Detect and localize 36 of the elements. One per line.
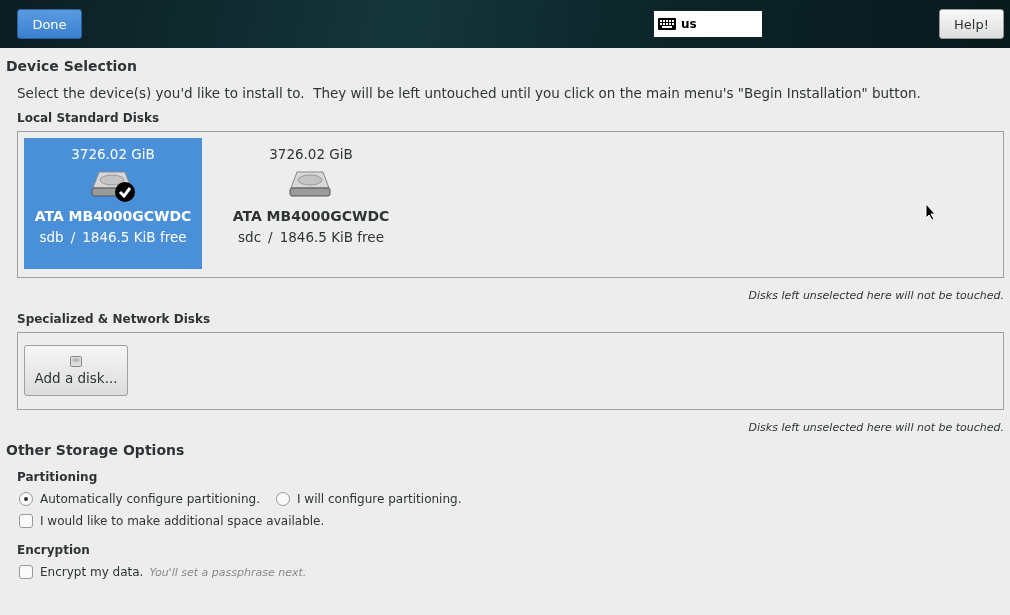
disk-size: 3726.02 GiB — [71, 146, 155, 162]
section-title: Other Storage Options — [6, 442, 186, 460]
separator-text: / — [70, 229, 76, 245]
checkbox[interactable] — [19, 565, 33, 579]
disk-size: 3726.02 GiB — [269, 146, 353, 162]
subsection-title: Encryption — [17, 543, 91, 557]
separator-text: / — [268, 229, 273, 245]
keyboard-icon — [658, 18, 676, 30]
hard-drive-icon — [70, 355, 82, 367]
free-space: 1846.5 KiB free — [279, 229, 384, 245]
radio-button[interactable] — [276, 492, 290, 506]
disk-name: ATA MB4000GCWDC — [232, 208, 390, 224]
hard-drive-icon — [89, 168, 137, 202]
checkbox-option[interactable]: I would like to make additional space available. — [19, 514, 325, 528]
disks-note: Disks left unselected here will not be touched. — [747, 421, 1004, 434]
add-disk-button[interactable]: Add a disk... — [24, 345, 128, 396]
disk-name: ATA MB4000GCWDC — [34, 208, 192, 224]
description-text: Select the device(s) you'd like to install to. They will be left untouched until you click on the main menu's "Begin Installation" button. — [17, 85, 922, 101]
free-space: 1846.5 KiB free — [82, 229, 187, 245]
subsection-title: Partitioning — [17, 470, 99, 484]
disks-note: Disks left unselected here will not be touched. — [747, 289, 1004, 302]
mouse-pointer-icon — [925, 203, 937, 221]
checkbox[interactable] — [19, 514, 33, 528]
section-title: Device Selection — [6, 58, 138, 76]
hint-text: You'll set a passphrase next. — [149, 565, 307, 579]
device-name: sdb — [39, 229, 64, 245]
device-name: sdc — [238, 229, 262, 245]
radio-option[interactable]: I will configure partitioning. — [276, 492, 462, 506]
checkbox-option[interactable]: Encrypt my data. — [19, 565, 144, 579]
subsection-title: Specialized & Network Disks — [17, 312, 212, 326]
radio-button[interactable] — [19, 492, 33, 506]
subsection-title: Local Standard Disks — [17, 111, 161, 125]
help-button[interactable]: Help! — [939, 9, 1004, 39]
keyboard-layout-indicator[interactable]: us — [654, 11, 762, 37]
radio-option[interactable]: Automatically configure partitioning. — [19, 492, 260, 506]
disk-tile[interactable]: 3726.02 GiB ATA MB4000GCWDC sdc / 1846.5 KiB free — [222, 138, 400, 269]
